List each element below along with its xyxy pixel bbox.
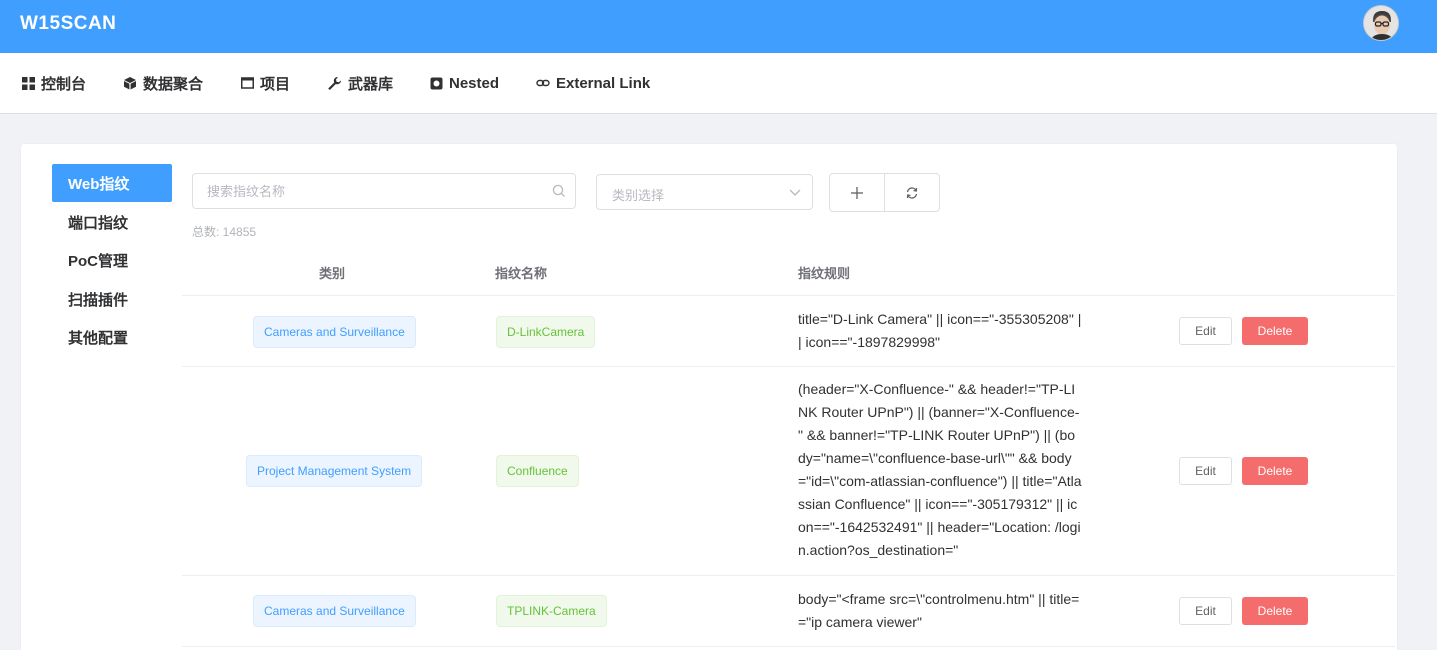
- grid-icon: [22, 76, 35, 90]
- fingerprint-name-tag: D-LinkCamera: [496, 316, 596, 348]
- fingerprint-rule: title="D-Link Camera" || icon=="-3553052…: [798, 311, 1082, 350]
- table-divider: [182, 295, 1395, 296]
- sidebar-item-web-fingerprint[interactable]: Web指纹: [52, 164, 172, 202]
- record-icon: [430, 77, 443, 89]
- window-icon: [241, 77, 254, 89]
- table-divider: [182, 366, 1395, 367]
- nav-item-arsenal[interactable]: 武器库: [327, 53, 393, 113]
- category-select[interactable]: 类别选择: [596, 174, 813, 210]
- column-header-fingerprint-rule: 指纹规则: [798, 266, 851, 281]
- plus-icon: [851, 186, 863, 199]
- wrench-icon: [328, 76, 341, 90]
- nav-item-external-link[interactable]: External Link: [536, 53, 650, 113]
- nav-item-label: 武器库: [348, 75, 394, 93]
- chevron-down-icon: [789, 189, 801, 196]
- sidebar-item-scan-plugins[interactable]: 扫描插件: [52, 280, 172, 318]
- content-card: Web指纹 端口指纹 PoC管理 扫描插件 其他配置 类别选择: [20, 143, 1398, 650]
- search-icon[interactable]: [552, 184, 566, 198]
- delete-button[interactable]: Delete: [1242, 457, 1308, 485]
- total-count: 总数: 14855: [192, 225, 257, 239]
- sidebar-item-other-config[interactable]: 其他配置: [52, 318, 172, 356]
- nav-item-dashboard[interactable]: 控制台: [22, 53, 86, 113]
- category-tag: Cameras and Surveillance: [253, 595, 416, 627]
- column-header-fingerprint-name: 指纹名称: [495, 266, 548, 281]
- link-icon: [536, 79, 550, 87]
- category-tag: Project Management System: [246, 455, 423, 487]
- sidebar-item-port-fingerprint[interactable]: 端口指纹: [52, 203, 172, 241]
- refresh-icon: [906, 186, 918, 199]
- nav-item-label: 数据聚合: [143, 75, 204, 93]
- fingerprint-rule: body="<frame src=\"controlmenu.htm" || t…: [798, 591, 1080, 630]
- add-button[interactable]: [830, 174, 884, 211]
- cube-icon: [124, 77, 136, 90]
- user-avatar[interactable]: [1363, 5, 1399, 41]
- fingerprint-name-tag: TPLINK-Camera: [496, 595, 607, 627]
- user-avatar-icon: [1364, 6, 1398, 40]
- delete-button[interactable]: Delete: [1242, 597, 1308, 625]
- category-select-placeholder: 类别选择: [612, 188, 665, 203]
- delete-button[interactable]: Delete: [1242, 317, 1308, 345]
- nav-item-nested[interactable]: Nested: [430, 53, 499, 113]
- fingerprint-rule: (header="X-Confluence-" && header!="TP-L…: [798, 381, 1082, 558]
- action-button-group: [829, 173, 940, 212]
- search-input[interactable]: [207, 174, 537, 208]
- top-header: W15SCAN: [0, 0, 1437, 53]
- table-divider: [182, 646, 1395, 647]
- brand-logo-text[interactable]: W15SCAN: [20, 13, 116, 35]
- edit-button[interactable]: Edit: [1179, 457, 1232, 485]
- edit-button[interactable]: Edit: [1179, 317, 1232, 345]
- nav-item-projects[interactable]: 项目: [241, 53, 290, 113]
- sidebar-item-poc-management[interactable]: PoC管理: [52, 241, 172, 279]
- nav-item-label: External Link: [556, 74, 651, 92]
- edit-button[interactable]: Edit: [1179, 597, 1232, 625]
- category-tag: Cameras and Surveillance: [253, 316, 416, 348]
- refresh-button[interactable]: [884, 174, 939, 211]
- main-nav: 控制台 数据聚合 项目 武器库 Nested External Link: [0, 53, 1437, 114]
- nav-item-data-aggregation[interactable]: 数据聚合: [123, 53, 203, 113]
- nav-item-label: 控制台: [41, 75, 87, 93]
- search-field: [192, 173, 576, 209]
- column-header-category: 类别: [319, 266, 346, 281]
- nav-item-label: Nested: [449, 74, 500, 92]
- fingerprint-name-tag: Confluence: [496, 455, 579, 487]
- nav-item-label: 项目: [260, 75, 291, 93]
- table-divider: [182, 575, 1395, 576]
